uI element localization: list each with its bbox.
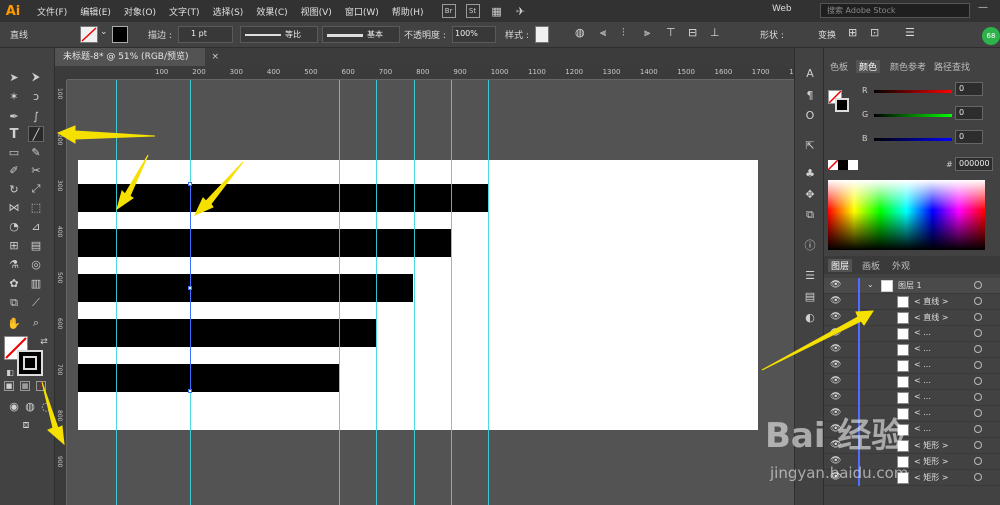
arrow-annotation xyxy=(761,310,874,371)
watermark-url: jingyan.baidu.com xyxy=(769,464,908,482)
watermark: Bai 经验 jingyan.baidu.com xyxy=(765,416,908,482)
arrow-annotation xyxy=(41,381,65,446)
annotation-overlay: Bai 经验 jingyan.baidu.com xyxy=(41,125,908,482)
arrow-annotation xyxy=(56,125,156,144)
arrow-annotation xyxy=(193,161,244,217)
watermark-brand: Bai 经验 xyxy=(765,416,905,456)
arrow-annotation xyxy=(116,154,149,211)
